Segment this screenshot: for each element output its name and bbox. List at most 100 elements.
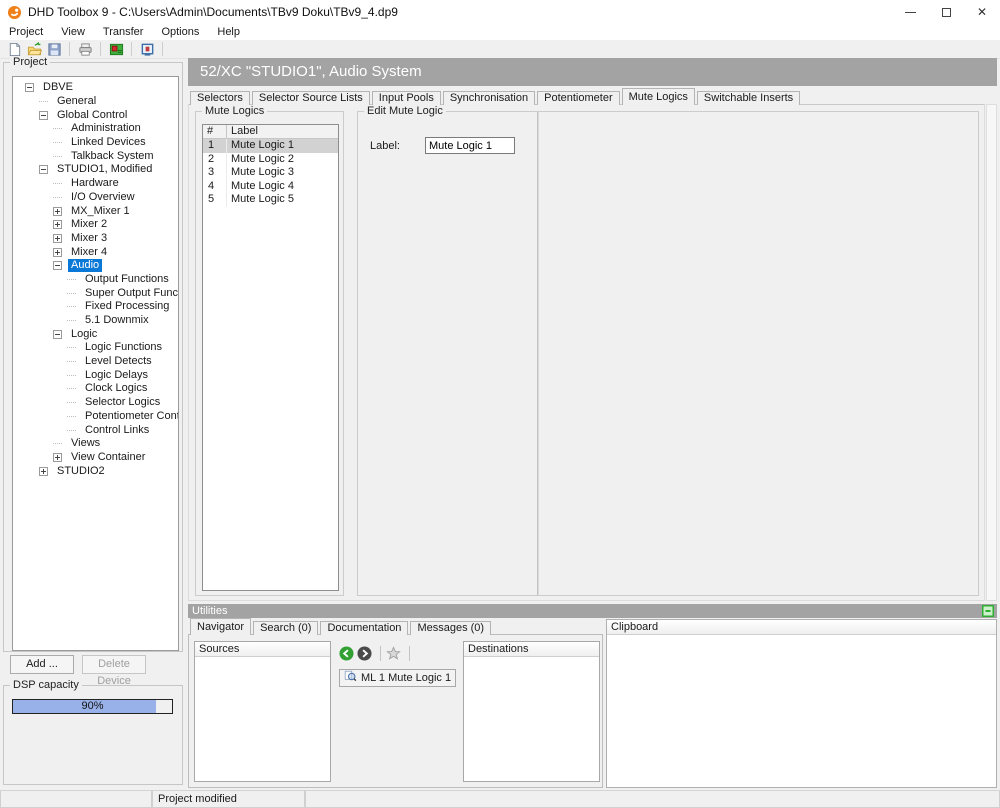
tree-expand-icon[interactable] — [53, 207, 62, 216]
tree-item[interactable]: Super Output Functions — [13, 286, 178, 300]
tree-item[interactable]: Talkback System — [13, 149, 178, 163]
app-window: DHD Toolbox 9 - C:\Users\Admin\Documents… — [0, 0, 1000, 808]
utility-tab-messages-0[interactable]: Messages (0) — [410, 621, 491, 635]
table-row[interactable]: 1Mute Logic 1 — [203, 139, 338, 153]
tree-expand-icon[interactable] — [53, 248, 62, 257]
sources-list[interactable]: Sources — [194, 641, 331, 782]
tree-item[interactable]: Mixer 3 — [13, 232, 178, 246]
sources-header: Sources — [195, 642, 330, 657]
menu-view[interactable]: View — [52, 24, 94, 40]
utility-tab-documentation[interactable]: Documentation — [320, 621, 408, 635]
maximize-button[interactable] — [928, 0, 964, 24]
tab-switchable-inserts[interactable]: Switchable Inserts — [697, 91, 800, 105]
new-document-button[interactable] — [5, 41, 23, 57]
device-monitor-button[interactable] — [138, 41, 156, 57]
tree-item[interactable]: Potentiometer Control — [13, 410, 178, 424]
tree-item[interactable]: Level Detects — [13, 355, 178, 369]
tree-item[interactable]: Mixer 4 — [13, 245, 178, 259]
tree-item[interactable]: Clock Logics — [13, 382, 178, 396]
forward-button[interactable] — [357, 646, 372, 661]
table-row[interactable]: 4Mute Logic 4 — [203, 180, 338, 194]
transfer-button[interactable] — [107, 41, 125, 57]
tree-item[interactable]: 5.1 Downmix — [13, 314, 178, 328]
tree-item-label: Linked Devices — [68, 136, 149, 149]
tree-item[interactable]: Selector Logics — [13, 396, 178, 410]
clipboard-panel[interactable]: Clipboard — [606, 619, 997, 788]
tree-item[interactable]: Audio — [13, 259, 178, 273]
tree-expand-icon[interactable] — [53, 453, 62, 462]
menu-transfer[interactable]: Transfer — [94, 24, 153, 40]
tree-item[interactable]: MX_Mixer 1 — [13, 204, 178, 218]
utility-tab-navigator[interactable]: Navigator — [190, 618, 251, 635]
vertical-scrollbar[interactable] — [986, 104, 997, 601]
tree-item[interactable]: Views — [13, 437, 178, 451]
tree-item[interactable]: Mixer 2 — [13, 218, 178, 232]
tree-item[interactable]: Logic — [13, 327, 178, 341]
label-input[interactable] — [425, 137, 515, 154]
tree-collapse-icon[interactable] — [39, 111, 48, 120]
tree-item-label: Talkback System — [68, 150, 157, 163]
favorite-button[interactable] — [386, 646, 401, 661]
tab-input-pools[interactable]: Input Pools — [372, 91, 441, 105]
tree-item-label: Administration — [68, 122, 144, 135]
table-row[interactable]: 3Mute Logic 3 — [203, 166, 338, 180]
tree-item[interactable]: View Container — [13, 451, 178, 465]
close-button[interactable]: ✕ — [964, 0, 1000, 24]
minimize-button[interactable] — [892, 0, 928, 24]
save-button[interactable] — [45, 41, 63, 57]
magnifier-icon — [344, 670, 361, 686]
destinations-list[interactable]: Destinations — [463, 641, 600, 782]
panel-collapse-button[interactable] — [982, 605, 994, 617]
tree-item[interactable]: Linked Devices — [13, 136, 178, 150]
tree-item[interactable]: Administration — [13, 122, 178, 136]
tree-item[interactable]: Logic Functions — [13, 341, 178, 355]
tree-item[interactable]: DBVE — [13, 81, 178, 95]
tree-item[interactable]: STUDIO1, Modified — [13, 163, 178, 177]
tree-item[interactable]: Output Functions — [13, 273, 178, 287]
print-button[interactable] — [76, 41, 94, 57]
menu-options[interactable]: Options — [152, 24, 208, 40]
open-folder-button[interactable] — [25, 41, 43, 57]
tree-expand-icon[interactable] — [39, 467, 48, 476]
tab-synchronisation[interactable]: Synchronisation — [443, 91, 535, 105]
tree-collapse-icon[interactable] — [53, 330, 62, 339]
dsp-progress-value: 90% — [13, 700, 172, 713]
utility-tab-search-0[interactable]: Search (0) — [253, 621, 318, 635]
tree-collapse-icon[interactable] — [39, 165, 48, 174]
tab-selectors[interactable]: Selectors — [190, 91, 250, 105]
row-label: Mute Logic 3 — [227, 166, 338, 180]
tree-item-label: Global Control — [54, 109, 130, 122]
tree-collapse-icon[interactable] — [25, 83, 34, 92]
back-button[interactable] — [339, 646, 354, 661]
tree-item[interactable]: General — [13, 95, 178, 109]
tree-collapse-icon[interactable] — [53, 261, 62, 270]
row-number: 2 — [203, 153, 227, 167]
tab-selector-source-lists[interactable]: Selector Source Lists — [252, 91, 370, 105]
tree-item[interactable]: Hardware — [13, 177, 178, 191]
navigator-item-button[interactable]: ML 1 Mute Logic 1 — [339, 669, 456, 687]
tree-expand-icon[interactable] — [53, 220, 62, 229]
row-number: 3 — [203, 166, 227, 180]
table-row[interactable]: 5Mute Logic 5 — [203, 193, 338, 207]
tree-item[interactable]: STUDIO2 — [13, 464, 178, 478]
tree-item[interactable]: Control Links — [13, 423, 178, 437]
tab-mute-logics[interactable]: Mute Logics — [622, 88, 695, 105]
menu-project[interactable]: Project — [0, 24, 52, 40]
utilities-header: Utilities — [188, 604, 997, 618]
navigator-page: Sources ML 1 Mute Logic 1 Destinations — [188, 634, 603, 788]
tree-item[interactable]: I/O Overview — [13, 191, 178, 205]
tree-item[interactable]: Global Control — [13, 108, 178, 122]
tree-connector — [53, 197, 62, 198]
menu-help[interactable]: Help — [208, 24, 249, 40]
tree-connector — [53, 142, 62, 143]
tab-potentiometer[interactable]: Potentiometer — [537, 91, 619, 105]
tree-item[interactable]: Logic Delays — [13, 368, 178, 382]
tree-item[interactable]: Fixed Processing — [13, 300, 178, 314]
column-header[interactable]: Label — [227, 125, 338, 139]
toolbar-separator — [131, 42, 132, 56]
table-row[interactable]: 2Mute Logic 2 — [203, 153, 338, 167]
favorite-icon — [386, 646, 401, 661]
column-header[interactable]: # — [203, 125, 227, 139]
add-device-button[interactable]: Add ... — [10, 655, 74, 674]
tree-expand-icon[interactable] — [53, 234, 62, 243]
